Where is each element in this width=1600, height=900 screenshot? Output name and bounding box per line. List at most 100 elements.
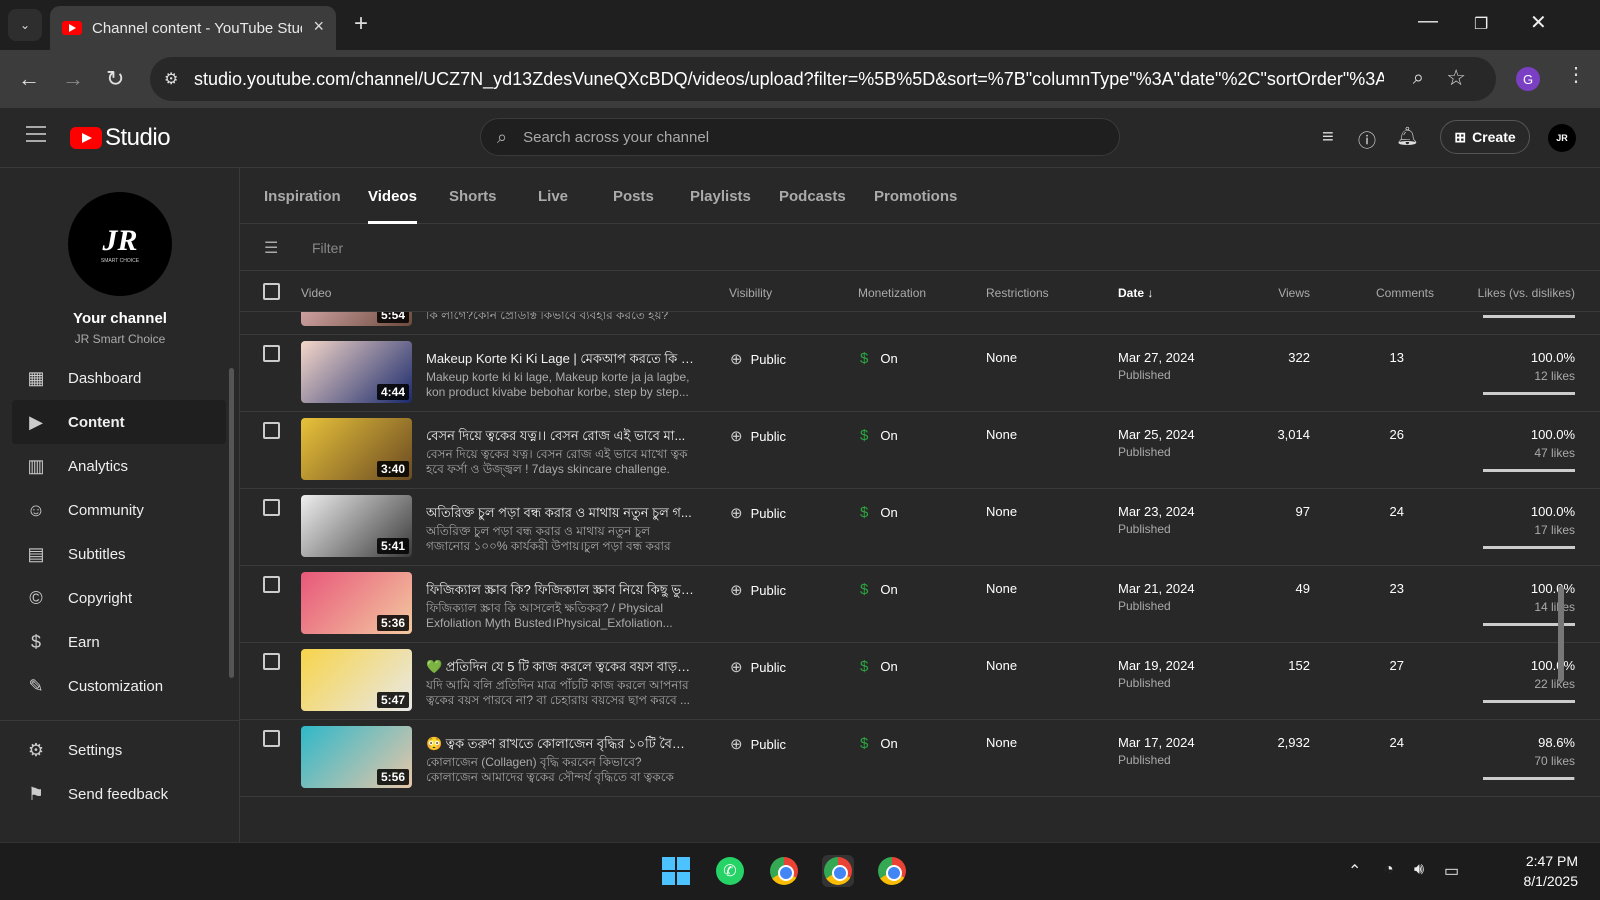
notifications-bell-icon[interactable]: 🔔︎ (1396, 126, 1419, 147)
create-button[interactable]: ⊞ Create (1440, 120, 1530, 154)
sidebar-item-copyright[interactable]: © Copyright (12, 576, 226, 620)
tab-podcasts[interactable]: Podcasts (779, 188, 846, 205)
column-likes[interactable]: Likes (vs. dislikes) (1478, 286, 1575, 300)
video-thumbnail[interactable]: 4:44 (301, 341, 412, 403)
tab-search-button[interactable]: ⌄ (8, 9, 42, 41)
reload-icon[interactable]: ↻ (106, 66, 124, 92)
row-checkbox[interactable] (263, 576, 280, 593)
sidebar-item-earn[interactable]: $ Earn (12, 620, 226, 664)
sidebar-item-subtitles[interactable]: ▤ Subtitles (12, 532, 226, 576)
column-restrictions[interactable]: Restrictions (986, 286, 1049, 300)
bookmark-star-icon[interactable]: ☆ (1446, 65, 1466, 91)
table-row[interactable]: 3:40 বেসন দিয়ে ত্বকের যত্ন।। বেসন রোজ এই… (240, 412, 1600, 489)
minimize-icon[interactable]: — (1418, 10, 1438, 33)
account-avatar[interactable]: JR (1548, 124, 1576, 152)
tab-videos[interactable]: Videos (368, 188, 417, 224)
volume-icon[interactable]: 🔊︎ (1414, 861, 1424, 879)
table-row[interactable]: 5:54 মেকআপে প্রথমে কি ব্যবহার করবে?মেকআপ … (240, 312, 1600, 335)
monetization-cell[interactable]: $ On (860, 350, 898, 367)
menu-icon[interactable] (26, 126, 46, 142)
row-checkbox[interactable] (263, 653, 280, 670)
video-title[interactable]: বেসন দিয়ে ত্বকের যত্ন।। বেসন রোজ এই ভাব… (426, 427, 696, 448)
column-date[interactable]: Date ↓ (1118, 286, 1153, 300)
row-checkbox[interactable] (263, 422, 280, 439)
visibility-cell[interactable]: ⊕ Public (730, 735, 786, 753)
video-title[interactable]: 💚 প্রতিদিন যে 5 টি কাজ করলে ত্বকের বয়স … (426, 658, 696, 679)
column-comments[interactable]: Comments (1376, 286, 1434, 300)
sidebar-scrollbar[interactable] (229, 368, 234, 678)
search-bar[interactable]: ⌕ Search across your channel (480, 118, 1120, 156)
filter-icon[interactable]: ☰ (264, 238, 278, 258)
column-monetization[interactable]: Monetization (858, 286, 926, 300)
monetization-cell[interactable]: $ On (860, 735, 898, 752)
back-icon[interactable]: ← (18, 66, 40, 92)
visibility-cell[interactable]: ⊕ Public (730, 658, 786, 676)
tab-shorts[interactable]: Shorts (449, 188, 497, 205)
column-visibility[interactable]: Visibility (729, 286, 772, 300)
sidebar-item-community[interactable]: ☺ Community (12, 488, 226, 532)
sidebar-item-content[interactable]: ▶ Content (12, 400, 226, 444)
visibility-cell[interactable]: ⊕ Public (730, 581, 786, 599)
help-icon[interactable]: ⓘ (1358, 127, 1376, 153)
whatsapp-icon[interactable]: ✆ (714, 855, 746, 887)
table-row[interactable]: 5:36 ফিজিক্যাল স্ক্রাব কি? ফিজিক্যাল স্ক্… (240, 566, 1600, 643)
table-row[interactable]: 5:56 😳 ত্বক তরুণ রাখতে কোলাজেন বৃদ্ধির ১০… (240, 720, 1600, 797)
chrome-profile-g-icon[interactable] (822, 855, 854, 887)
row-checkbox[interactable] (263, 730, 280, 747)
video-title[interactable]: অতিরিক্ত চুল পড়া বন্ধ করার ও মাথায় নতু… (426, 504, 696, 525)
sidebar-item-customization[interactable]: ✎ Customization (12, 664, 226, 708)
monetization-cell[interactable]: $ On (860, 581, 898, 598)
video-title[interactable]: ফিজিক্যাল স্ক্রাব কি? ফিজিক্যাল স্ক্রাব … (426, 581, 696, 602)
chrome-profile-icon[interactable] (876, 855, 908, 887)
new-tab-icon[interactable]: + (354, 10, 368, 38)
tab-promotions[interactable]: Promotions (874, 188, 957, 205)
sidebar-item-dashboard[interactable]: ▦ Dashboard (12, 356, 226, 400)
battery-icon[interactable]: ▭ (1444, 861, 1459, 881)
column-views[interactable]: Views (1278, 286, 1310, 300)
forward-icon[interactable]: → (62, 66, 84, 92)
tab-inspiration[interactable]: Inspiration (264, 188, 341, 205)
search-input[interactable]: Search across your channel (523, 129, 709, 146)
studio-logo[interactable]: Studio (70, 124, 171, 152)
monetization-cell[interactable]: $ On (860, 504, 898, 521)
address-bar[interactable]: ⚙ studio.youtube.com/channel/UCZ7N_yd13Z… (150, 57, 1496, 101)
sidebar-item-analytics[interactable]: ▥ Analytics (12, 444, 226, 488)
video-thumbnail[interactable]: 5:41 (301, 495, 412, 557)
video-thumbnail[interactable]: 5:56 (301, 726, 412, 788)
browser-tab[interactable]: Channel content - YouTube Studio × (50, 6, 336, 50)
browser-menu-icon[interactable]: ⋮ (1566, 62, 1586, 87)
close-window-icon[interactable]: ✕ (1530, 10, 1547, 35)
monetization-cell[interactable]: $ On (860, 658, 898, 675)
tab-posts[interactable]: Posts (613, 188, 654, 205)
filter-bar[interactable]: ☰ Filter (240, 225, 1600, 271)
visibility-cell[interactable]: ⊕ Public (730, 427, 786, 445)
site-info-icon[interactable]: ⚙ (164, 69, 184, 89)
system-clock[interactable]: 2:47 PM 8/1/2025 (1482, 851, 1579, 891)
visibility-cell[interactable]: ⊕ Public (730, 350, 786, 368)
row-checkbox[interactable] (263, 345, 280, 362)
restore-icon[interactable]: ❐ (1474, 14, 1488, 34)
video-thumbnail[interactable]: 5:54 (301, 312, 412, 326)
video-title[interactable]: Makeup Korte Ki Ki Lage | মেকআপ করতে কি … (426, 350, 696, 371)
table-row[interactable]: 5:41 অতিরিক্ত চুল পড়া বন্ধ করার ও মাথায়… (240, 489, 1600, 566)
tab-live[interactable]: Live (538, 188, 568, 205)
tab-playlists[interactable]: Playlists (690, 188, 751, 205)
zoom-icon[interactable]: ⌕ (1413, 67, 1424, 90)
windows-start-icon[interactable] (660, 855, 692, 887)
table-row[interactable]: 5:47 💚 প্রতিদিন যে 5 টি কাজ করলে ত্বকের ব… (240, 643, 1600, 720)
chrome-icon[interactable] (768, 855, 800, 887)
select-all-checkbox[interactable] (263, 283, 280, 300)
channel-avatar[interactable]: JR SMART CHOICE (68, 192, 172, 296)
video-thumbnail[interactable]: 5:47 (301, 649, 412, 711)
main-scrollbar[interactable] (1558, 586, 1564, 682)
tray-chevron-up-icon[interactable]: ⌃ (1348, 861, 1361, 881)
playlist-add-icon[interactable]: ≡ (1322, 126, 1334, 149)
video-title[interactable]: 😳 ত্বক তরুণ রাখতে কোলাজেন বৃদ্ধির ১০টি ব… (426, 735, 696, 756)
visibility-cell[interactable]: ⊕ Public (730, 504, 786, 522)
video-thumbnail[interactable]: 5:36 (301, 572, 412, 634)
video-thumbnail[interactable]: 3:40 (301, 418, 412, 480)
sidebar-item-send-feedback[interactable]: ⚑ Send feedback (12, 772, 226, 816)
monetization-cell[interactable]: $ On (860, 427, 898, 444)
table-row[interactable]: 4:44 Makeup Korte Ki Ki Lage | মেকআপ করতে… (240, 335, 1600, 412)
browser-profile-avatar[interactable]: G (1516, 67, 1540, 91)
